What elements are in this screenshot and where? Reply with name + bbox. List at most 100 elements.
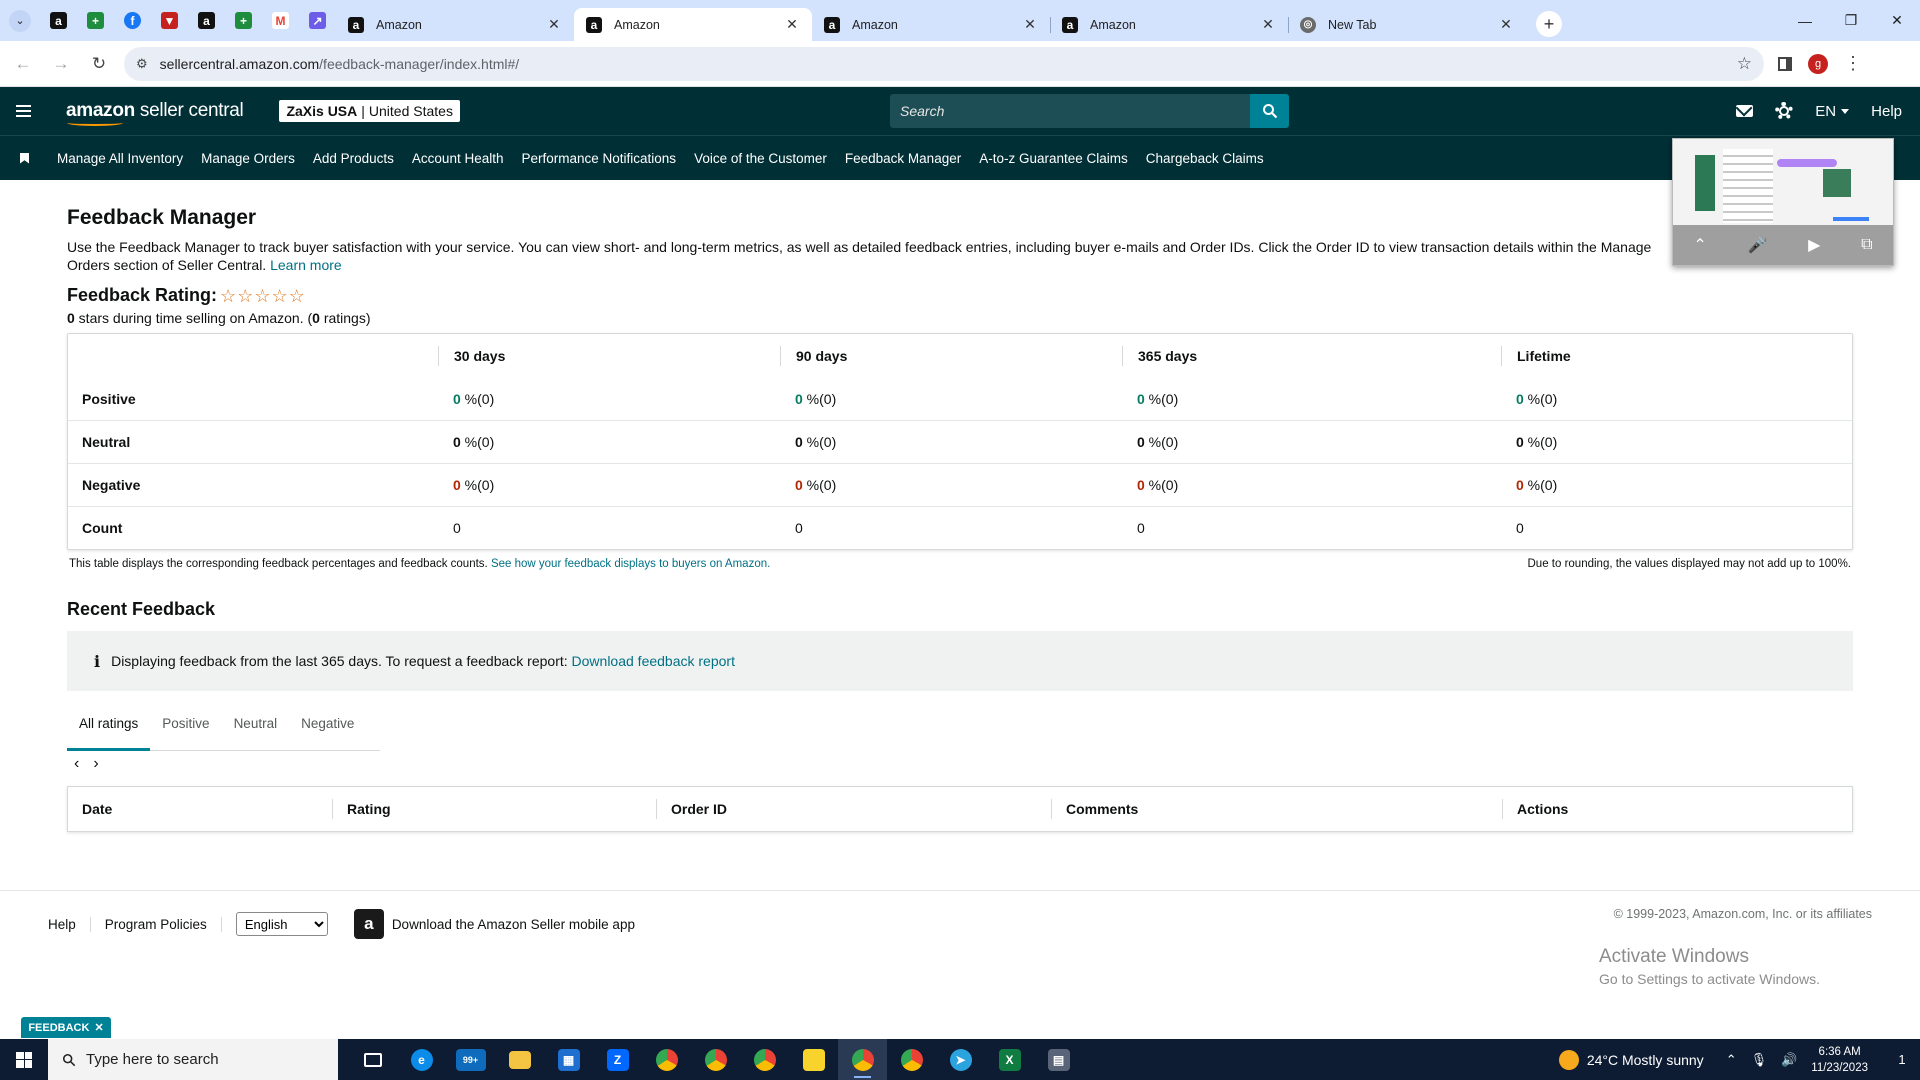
tab-positive[interactable]: Positive: [150, 711, 221, 751]
account-switcher[interactable]: ZaXis USA | United States: [279, 100, 460, 122]
chrome-app-1[interactable]: [642, 1039, 691, 1080]
video-call-overlay[interactable]: ⌃ 🎤 ▶ ⧉: [1672, 138, 1894, 266]
nav-add-products[interactable]: Add Products: [313, 151, 394, 166]
taskbar-clock[interactable]: 6:36 AM 11/23/2023: [1811, 1044, 1868, 1076]
side-panel-icon[interactable]: [1778, 56, 1792, 71]
tab-amazon-1[interactable]: a Amazon ✕: [336, 8, 574, 41]
minimize-icon[interactable]: —: [1782, 0, 1828, 41]
chrome-app-4[interactable]: [887, 1039, 936, 1080]
volume-icon[interactable]: 🔊: [1781, 1052, 1797, 1068]
excel-app[interactable]: X: [985, 1039, 1034, 1080]
task-view-button[interactable]: [348, 1039, 397, 1080]
calculator-app[interactable]: ▤: [1034, 1039, 1083, 1080]
nav-performance-notifications[interactable]: Performance Notifications: [521, 151, 676, 166]
browser-menu-icon[interactable]: ⋮: [1844, 53, 1862, 74]
footer-policies-link[interactable]: Program Policies: [91, 916, 222, 932]
tab-amazon-2[interactable]: a Amazon ✕: [574, 8, 812, 41]
store-app[interactable]: ▦: [544, 1039, 593, 1080]
explorer-app[interactable]: [495, 1039, 544, 1080]
bookmark-icon[interactable]: [20, 152, 29, 164]
help-link[interactable]: Help: [1871, 103, 1902, 120]
footer-help-link[interactable]: Help: [48, 916, 91, 932]
chrome-app-2[interactable]: [691, 1039, 740, 1080]
seller-central-logo[interactable]: amazon seller central: [66, 100, 244, 126]
search-input[interactable]: [890, 94, 1250, 128]
tab-all-ratings[interactable]: All ratings: [67, 711, 151, 751]
nav-account-health[interactable]: Account Health: [412, 151, 504, 166]
col-order-id[interactable]: Order ID: [656, 799, 1051, 819]
tab-neutral[interactable]: Neutral: [222, 711, 290, 751]
tab-negative[interactable]: Negative: [289, 711, 366, 751]
url-text[interactable]: sellercentral.amazon.com/feedback-manage…: [160, 56, 1737, 72]
reload-icon[interactable]: ↻: [84, 49, 114, 79]
notification-center-button[interactable]: 1: [1884, 1052, 1920, 1067]
profile-avatar[interactable]: g: [1808, 53, 1828, 74]
col-actions[interactable]: Actions: [1502, 799, 1852, 819]
restore-icon[interactable]: ❐: [1828, 0, 1874, 41]
close-icon[interactable]: ✕: [546, 16, 562, 33]
tab-amazon-3[interactable]: a Amazon ✕: [812, 8, 1051, 41]
bookmark-star-icon[interactable]: ☆: [1737, 54, 1752, 74]
sticky-notes-app[interactable]: [789, 1039, 838, 1080]
footer-language-select[interactable]: English: [235, 912, 328, 936]
col-rating[interactable]: Rating: [332, 799, 656, 819]
microphone-icon[interactable]: 🎙: [1751, 1052, 1768, 1068]
learn-more-link[interactable]: Learn more: [270, 257, 342, 273]
feedback-display-link[interactable]: See how your feedback displays to buyers…: [491, 558, 770, 570]
nav-chargeback-claims[interactable]: Chargeback Claims: [1146, 151, 1264, 166]
back-icon[interactable]: ←: [8, 49, 38, 79]
feedback-button[interactable]: FEEDBACK ✕: [21, 1017, 111, 1038]
tab-amazon-4[interactable]: a Amazon ✕: [1050, 8, 1289, 41]
pinned-tab-amazon[interactable]: a: [40, 0, 77, 41]
download-report-link[interactable]: Download feedback report: [572, 653, 735, 669]
pinned-tab-sheets[interactable]: +: [77, 0, 114, 41]
nav-voice-of-the-customer[interactable]: Voice of the Customer: [694, 151, 827, 166]
pinned-tab-sheets-2[interactable]: +: [225, 0, 262, 41]
start-button[interactable]: [0, 1039, 48, 1080]
close-icon[interactable]: ✕: [94, 1021, 103, 1034]
close-icon[interactable]: ✕: [1498, 16, 1514, 33]
gear-icon[interactable]: [1775, 102, 1794, 120]
tab-search-button[interactable]: ⌄: [0, 0, 40, 41]
search-button[interactable]: [1250, 94, 1289, 128]
weather-widget[interactable]: 24°C Mostly sunny: [1558, 1049, 1704, 1070]
share-screen-icon[interactable]: ⧉: [1861, 236, 1872, 254]
tray-expand-icon[interactable]: ⌃: [1726, 1052, 1737, 1068]
pinned-tab-shield[interactable]: ▼: [151, 0, 188, 41]
mic-off-icon[interactable]: 🎤: [1747, 235, 1767, 255]
tab-new-tab[interactable]: ◎ New Tab ✕: [1288, 8, 1526, 41]
taskbar-search[interactable]: Type here to search: [48, 1039, 338, 1080]
mail-icon[interactable]: [1736, 105, 1754, 117]
prev-page-icon[interactable]: ‹: [74, 755, 79, 773]
pinned-tab-facebook[interactable]: f: [114, 0, 151, 41]
close-icon[interactable]: ✕: [1022, 16, 1038, 33]
zalo-app[interactable]: Z: [593, 1039, 642, 1080]
omnibox[interactable]: ⚙ sellercentral.amazon.com/feedback-mana…: [124, 46, 1764, 81]
hamburger-menu-icon[interactable]: [0, 105, 46, 117]
next-page-icon[interactable]: ›: [93, 755, 98, 773]
chrome-app-active[interactable]: [838, 1039, 887, 1080]
new-tab-button[interactable]: +: [1536, 11, 1562, 37]
close-window-icon[interactable]: ✕: [1874, 0, 1920, 41]
nav-feedback-manager[interactable]: Feedback Manager: [845, 151, 961, 166]
nav-a-to-z-claims[interactable]: A-to-z Guarantee Claims: [979, 151, 1128, 166]
mobile-app-link[interactable]: a Download the Amazon Seller mobile app: [353, 909, 635, 939]
chrome-app-3[interactable]: [740, 1039, 789, 1080]
telegram-app[interactable]: ➤: [936, 1039, 985, 1080]
pinned-tab-amazon-2[interactable]: a: [188, 0, 225, 41]
pinned-tab-gmail[interactable]: M: [262, 0, 299, 41]
language-selector[interactable]: EN: [1815, 103, 1850, 120]
close-icon[interactable]: ✕: [784, 16, 800, 33]
site-info-icon[interactable]: ⚙: [136, 56, 148, 72]
forward-icon[interactable]: →: [46, 49, 76, 79]
close-icon[interactable]: ✕: [1260, 16, 1276, 33]
camera-icon[interactable]: ▶: [1808, 235, 1820, 255]
nav-manage-orders[interactable]: Manage Orders: [201, 151, 295, 166]
mail-app[interactable]: 99+: [446, 1039, 495, 1080]
col-date[interactable]: Date: [68, 799, 332, 819]
pinned-tab-tool[interactable]: ↗: [299, 0, 336, 41]
chevron-up-icon[interactable]: ⌃: [1693, 235, 1706, 255]
edge-app[interactable]: e: [397, 1039, 446, 1080]
col-comments[interactable]: Comments: [1051, 799, 1502, 819]
nav-manage-all-inventory[interactable]: Manage All Inventory: [57, 151, 183, 166]
